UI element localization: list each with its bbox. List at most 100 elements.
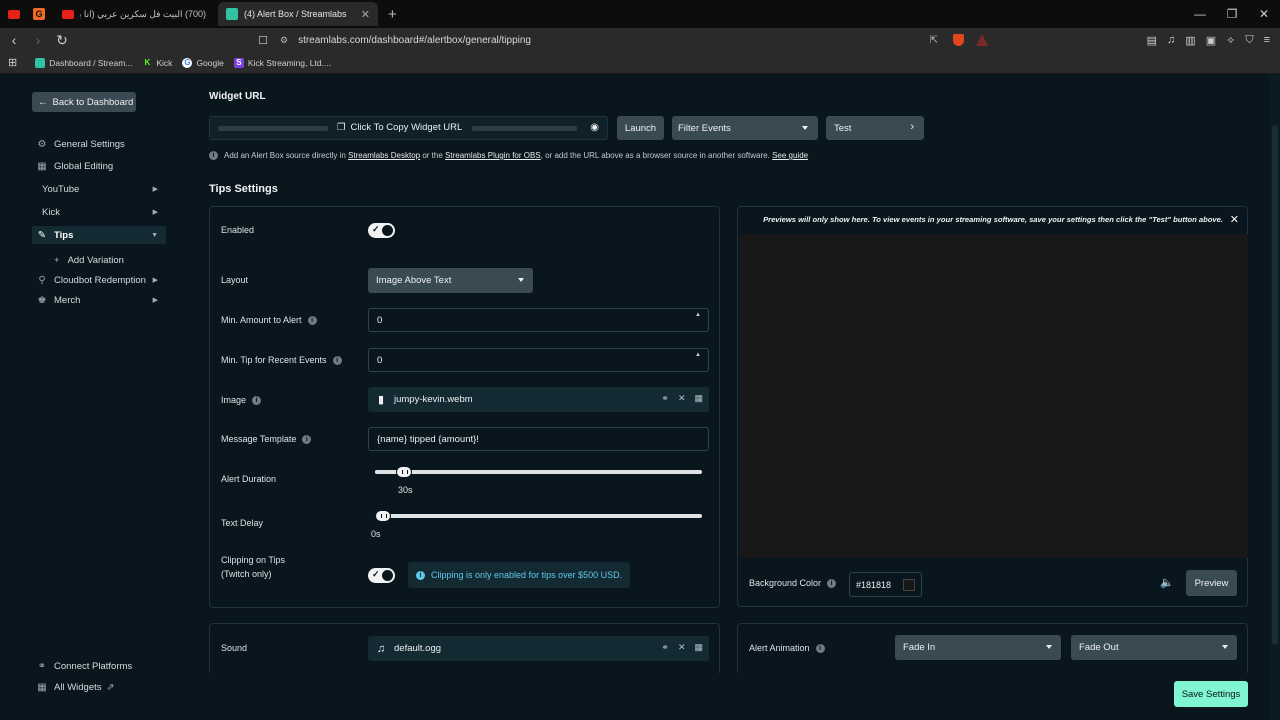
text-delay-slider[interactable] (375, 510, 702, 522)
new-tab-icon[interactable]: + (388, 6, 397, 23)
back-to-dashboard-button[interactable]: ← Back to Dashboard (32, 92, 136, 112)
sidebar-panel-icon[interactable]: ▤ (1147, 34, 1157, 47)
enabled-toggle[interactable]: ✓ (368, 223, 395, 238)
link-icon[interactable]: ⚭ (661, 393, 669, 404)
see-guide-link[interactable]: See guide (772, 151, 808, 160)
info-icon: i (209, 151, 218, 160)
animation-in-select[interactable]: Fade In (895, 635, 1061, 660)
g-logo-icon: G (33, 8, 45, 20)
forward-icon[interactable]: › (28, 32, 48, 48)
help-icon[interactable]: i (252, 395, 262, 405)
add-variation-button[interactable]: + Add Variation (54, 255, 124, 266)
all-widgets-link[interactable]: ▦ All Widgets ⇗ (36, 678, 166, 696)
scrollbar-thumb[interactable] (1272, 125, 1278, 645)
vpn-icon[interactable]: ⛉ (1245, 34, 1253, 47)
sidebar-item-youtube[interactable]: YouTube ▶ (42, 180, 166, 198)
pinned-tab-youtube[interactable] (3, 3, 25, 25)
connect-platforms-link[interactable]: ⚭ Connect Platforms (36, 657, 166, 675)
bookmark-kick[interactable]: K Kick (142, 58, 172, 68)
help-icon[interactable]: i (827, 578, 837, 588)
save-settings-button[interactable]: Save Settings (1174, 681, 1248, 707)
background-color-input[interactable]: #181818 (849, 572, 922, 597)
slider-handle[interactable] (396, 466, 413, 478)
test-button[interactable]: Test › (826, 116, 924, 140)
eye-icon[interactable]: ◉ (590, 122, 599, 133)
grid-icon[interactable]: ▦ (694, 642, 703, 653)
copy-widget-url-button[interactable]: ❐ Click To Copy Widget URL (337, 122, 462, 133)
clipping-toggle[interactable]: ✓ (368, 568, 395, 583)
footer-bar (178, 673, 1270, 720)
sidebar-item-tips[interactable]: ✎ Tips ▼ (32, 226, 166, 244)
bookmark-icon[interactable]: ☐ (258, 34, 268, 47)
alert-duration-slider[interactable] (375, 466, 702, 478)
media-icon[interactable]: ♫ (1167, 34, 1175, 46)
site-info-icon[interactable]: ⚙ (280, 35, 288, 46)
min-tip-input[interactable]: 0 ▲ (368, 348, 709, 372)
sidebar-toggle-icon[interactable]: ▥ (1185, 34, 1195, 47)
streamlabs-desktop-link[interactable]: Streamlabs Desktop (348, 151, 420, 160)
grid-icon[interactable]: ▦ (694, 393, 703, 404)
filter-events-dropdown[interactable]: Filter Events (672, 116, 818, 140)
wallet-icon[interactable]: ▣ (1206, 34, 1216, 47)
shirt-icon: ♚ (37, 294, 47, 306)
sound-file-field[interactable]: ♫ default.ogg ⚭ ✕ ▦ (368, 636, 709, 661)
close-tab-icon[interactable]: ✕ (361, 8, 370, 21)
check-icon: ✓ (372, 224, 380, 234)
background-color-label: Background Color i (749, 578, 837, 588)
back-icon[interactable]: ‹ (4, 32, 24, 48)
kick-icon: K (144, 58, 151, 67)
bookmark-kick-streaming[interactable]: S Kick Streaming, Ltd.... (233, 57, 331, 68)
maximize-icon[interactable]: ❐ (1216, 0, 1248, 28)
layout-select[interactable]: Image Above Text (368, 268, 533, 293)
pinned-tab-g[interactable]: G (28, 3, 50, 25)
leo-ai-icon[interactable]: ✧ (1226, 34, 1235, 47)
bookmark-dashboard[interactable]: Dashboard / Stream... (35, 57, 132, 68)
obs-plugin-link[interactable]: Streamlabs Plugin for OBS (445, 151, 541, 160)
chevron-down-icon: ▼ (151, 231, 158, 239)
minimize-icon[interactable]: — (1184, 0, 1216, 28)
preview-panel: Previews will only show here. To view ev… (737, 206, 1248, 607)
apps-grid-icon[interactable]: ⊞ (8, 56, 17, 69)
widget-url-field[interactable]: ❐ Click To Copy Widget URL ◉ (209, 116, 608, 140)
reload-icon[interactable]: ↻ (52, 32, 72, 49)
help-icon[interactable]: i (332, 355, 342, 365)
color-swatch[interactable] (903, 579, 915, 591)
animation-out-select[interactable]: Fade Out (1071, 635, 1237, 660)
brave-shield-icon[interactable] (953, 34, 964, 46)
sidebar-item-cloudbot-redemption[interactable]: ⚲ Cloudbot Redemption ▶ (36, 271, 166, 289)
launch-button[interactable]: Launch (617, 116, 664, 140)
menu-icon[interactable]: ≡ (1264, 34, 1270, 46)
url-field[interactable]: ⚙ streamlabs.com/dashboard#/alertbox/gen… (280, 28, 1000, 52)
stepper-icon[interactable]: ▲ (695, 352, 701, 358)
min-amount-input[interactable]: 0 ▲ (368, 308, 709, 332)
window-controls: — ❐ ✕ (1184, 0, 1280, 28)
help-icon[interactable]: i (302, 434, 312, 444)
stepper-icon[interactable]: ▲ (695, 312, 701, 318)
help-icon[interactable]: i (307, 315, 317, 325)
close-icon[interactable]: ✕ (678, 642, 686, 653)
image-label: Image i (221, 395, 262, 405)
help-icon[interactable]: i (815, 643, 825, 653)
sidebar-item-merch[interactable]: ♚ Merch ▶ (36, 291, 166, 309)
min-tip-label: Min. Tip for Recent Events i (221, 355, 342, 365)
message-template-input[interactable]: {name} tipped {amount}! (368, 427, 709, 451)
sidebar-item-kick[interactable]: Kick ▶ (42, 203, 166, 221)
slider-handle[interactable] (375, 510, 391, 522)
sidebar-item-global-editing[interactable]: ▦ Global Editing (36, 157, 166, 175)
preview-button[interactable]: Preview (1186, 570, 1237, 596)
page-scrollbar[interactable] (1270, 75, 1280, 720)
tab-alert-box[interactable]: (4) Alert Box / Streamlabs ✕ (218, 2, 378, 26)
close-icon[interactable]: ✕ (678, 393, 686, 404)
link-icon[interactable]: ⚭ (661, 642, 669, 653)
close-icon[interactable]: ✕ (1230, 213, 1239, 226)
image-file-field[interactable]: ▮ jumpy-kevin.webm ⚭ ✕ ▦ (368, 387, 709, 412)
tab-youtube-video[interactable]: (700) البيت فل سكرين عربي (انا بابا) | (54, 2, 214, 26)
brave-rewards-icon[interactable] (976, 34, 988, 46)
url-text: streamlabs.com/dashboard#/alertbox/gener… (298, 34, 531, 46)
close-window-icon[interactable]: ✕ (1248, 0, 1280, 28)
share-icon[interactable]: ⇱ (930, 35, 938, 46)
volume-icon[interactable]: 🔈 (1160, 576, 1174, 589)
sidebar-item-general-settings[interactable]: ⚙ General Settings (36, 135, 166, 153)
sidebar: ← Back to Dashboard ⚙ General Settings ▦ G… (0, 75, 178, 720)
bookmark-google[interactable]: G Google (182, 57, 224, 68)
